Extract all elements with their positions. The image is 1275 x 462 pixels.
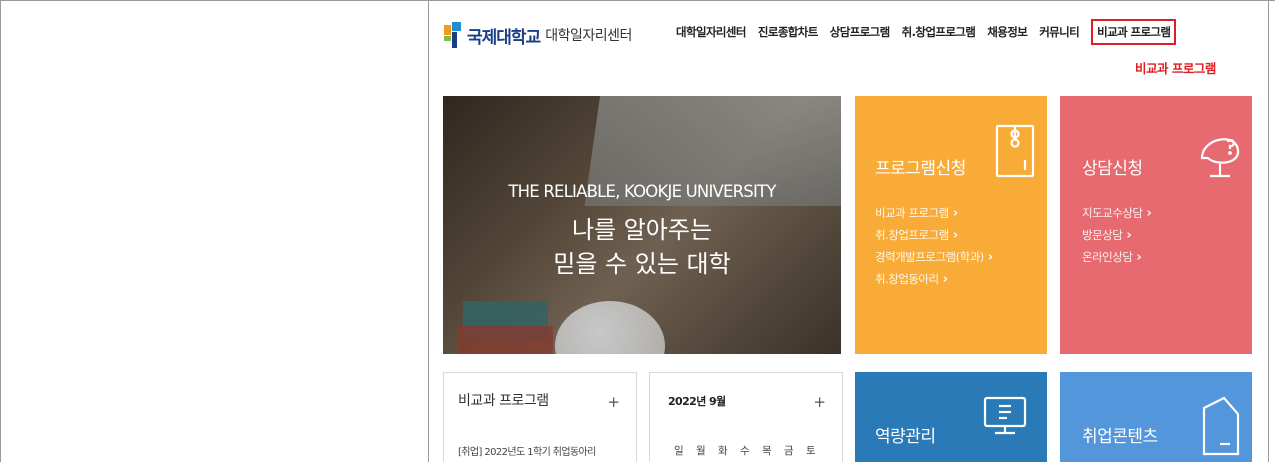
tile-title: 역량관리 <box>875 427 936 447</box>
weekday-label: 일 <box>674 445 684 457</box>
main-navigation: 대학일자리센터 진로종합차트 상담프로그램 취.창업프로그램 채용정보 커뮤니티… <box>676 19 1177 45</box>
hero-banner: THE RELIABLE, KOOKJE UNIVERSITY 나를 알아주는 … <box>443 96 841 354</box>
link-label: 경력개발프로그램(학과) <box>875 250 984 264</box>
weekday-label: 화 <box>718 445 728 457</box>
list-item[interactable]: [취업] 2022년도 1학기 취업동아리 <box>458 443 596 458</box>
hero-slogan-line2: 믿을 수 있는 대학 <box>553 250 731 278</box>
chevron-right-icon: › <box>1136 250 1142 265</box>
link-startup-club[interactable]: 취.창업동아리 › <box>875 268 993 290</box>
hero-slogan-line1: 나를 알아주는 <box>571 216 713 244</box>
weekday-label: 목 <box>762 445 772 457</box>
weekday-label: 수 <box>740 445 750 457</box>
program-application-tile[interactable]: 프로그램신청 비교과 프로그램 › 취.창업프로그램 › 경력개발프로그램(학과) ›… <box>855 96 1047 354</box>
noncurricular-program-box: 비교과 프로그램 + [취업] 2022년도 1학기 취업동아리 <box>443 372 637 462</box>
chevron-right-icon: › <box>1126 228 1132 243</box>
chevron-right-icon: › <box>987 250 993 265</box>
link-startup-program[interactable]: 취.창업프로그램 › <box>875 224 993 246</box>
document-icon <box>1198 396 1240 460</box>
link-label: 온라인상담 <box>1082 250 1133 264</box>
frame-top-line <box>0 0 1275 1</box>
chevron-right-icon: › <box>1146 206 1152 221</box>
nav-community[interactable]: 커뮤니티 <box>1039 24 1080 45</box>
link-label: 취.창업동아리 <box>875 272 939 286</box>
counseling-application-tile[interactable]: 상담신청 지도교수상담 › 방문상담 › 온라인상담 › <box>1060 96 1252 354</box>
link-advisor-counseling[interactable]: 지도교수상담 › <box>1082 202 1152 224</box>
monitor-icon <box>983 396 1027 440</box>
university-emblem-icon <box>443 21 463 49</box>
box-title: 비교과 프로그램 <box>458 393 549 409</box>
file-icon <box>995 124 1035 182</box>
site-logo[interactable]: 국제대학교 대학일자리센터 <box>443 20 632 50</box>
link-label: 지도교수상담 <box>1082 206 1143 220</box>
program-link-list: 비교과 프로그램 › 취.창업프로그램 › 경력개발프로그램(학과) › 취.창업동아… <box>875 202 993 290</box>
calendar-weekday-row: 일 월 화 수 목 금 토 <box>674 443 828 458</box>
hero-english-slogan: THE RELIABLE, KOOKJE UNIVERSITY <box>508 182 776 201</box>
competency-management-tile[interactable]: 역량관리 <box>855 372 1047 462</box>
chevron-right-icon: › <box>942 272 948 287</box>
calendar-box: 2022년 9월 + 일 월 화 수 목 금 토 <box>649 372 843 462</box>
more-plus-button[interactable]: + <box>607 393 620 411</box>
logo-name: 국제대학교 <box>467 27 541 48</box>
chevron-right-icon: › <box>952 206 958 221</box>
frame-right-line <box>1268 0 1269 462</box>
logo-subtitle: 대학일자리센터 <box>545 28 632 44</box>
link-label: 비교과 프로그램 <box>875 206 949 220</box>
frame-divider-line <box>428 0 429 462</box>
weekday-label: 토 <box>806 445 816 457</box>
nav-career-chart[interactable]: 진로종합차트 <box>758 24 818 45</box>
tile-title: 프로그램신청 <box>875 159 966 179</box>
nav-startup-program[interactable]: 취.창업프로그램 <box>902 24 976 45</box>
job-content-tile[interactable]: 취업콘텐츠 <box>1060 372 1252 462</box>
tile-title: 상담신청 <box>1082 159 1143 179</box>
link-label: 취.창업프로그램 <box>875 228 949 242</box>
nav-noncurricular-program[interactable]: 비교과 프로그램 <box>1091 19 1177 45</box>
calendar-month: 2022년 9월 <box>668 395 726 408</box>
frame-left-line <box>0 0 1 462</box>
speech-bubble-icon <box>1196 128 1244 184</box>
tile-title: 취업콘텐츠 <box>1082 427 1158 447</box>
link-online-counseling[interactable]: 온라인상담 › <box>1082 246 1151 268</box>
counseling-link-list: 지도교수상담 › 방문상담 › 온라인상담 › <box>1082 202 1152 268</box>
weekday-label: 월 <box>696 445 706 457</box>
link-career-dev-program[interactable]: 경력개발프로그램(학과) › <box>875 246 993 268</box>
link-label: 방문상담 <box>1082 228 1123 242</box>
submenu-noncurricular-program[interactable]: 비교과 프로그램 <box>1135 58 1216 77</box>
nav-counseling-program[interactable]: 상담프로그램 <box>830 24 890 45</box>
nav-job-center[interactable]: 대학일자리센터 <box>676 24 746 45</box>
chevron-right-icon: › <box>952 228 958 243</box>
link-noncurricular-program[interactable]: 비교과 프로그램 › <box>875 202 993 224</box>
calendar-more-plus-button[interactable]: + <box>813 393 826 411</box>
weekday-label: 금 <box>784 445 794 457</box>
nav-job-info[interactable]: 채용정보 <box>987 24 1028 45</box>
link-visit-counseling[interactable]: 방문상담 › <box>1082 224 1151 246</box>
